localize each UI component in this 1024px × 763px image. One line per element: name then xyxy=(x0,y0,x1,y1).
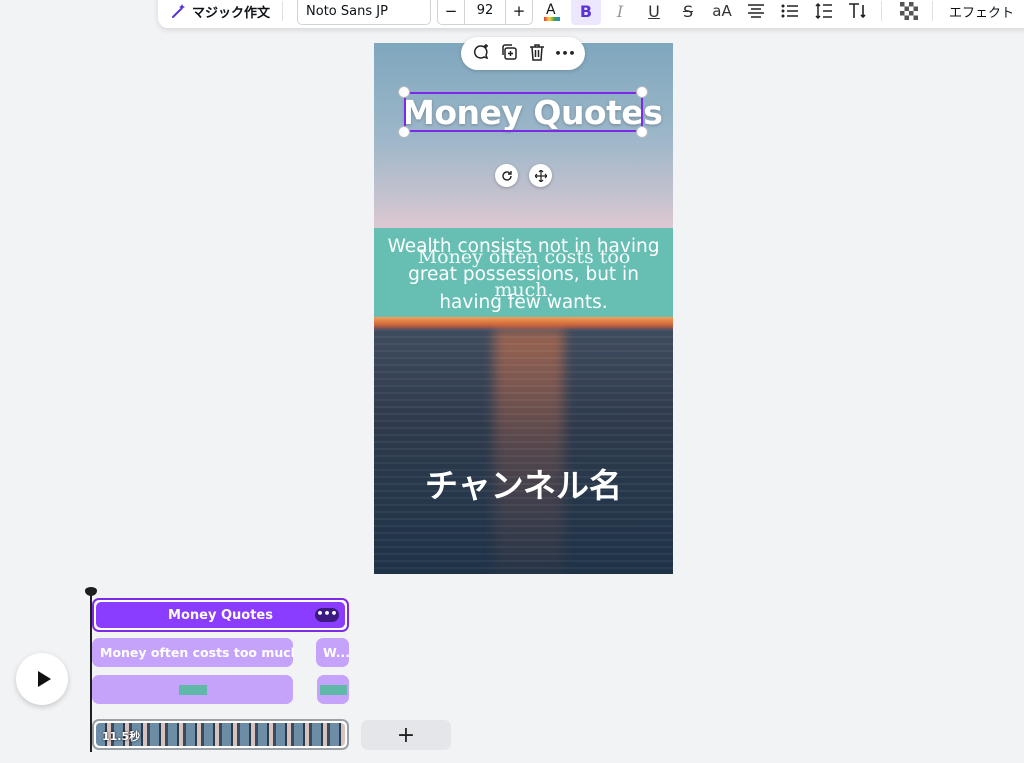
line-spacing-button[interactable] xyxy=(809,0,839,25)
play-icon xyxy=(37,671,51,687)
playhead-handle[interactable] xyxy=(85,587,97,596)
video-duration-label: 11.5秒 xyxy=(102,730,141,743)
toolbar-divider xyxy=(282,1,284,21)
resize-handle-top-right[interactable] xyxy=(636,86,648,98)
font-family-value: Noto Sans JP xyxy=(306,3,388,19)
delete-button[interactable] xyxy=(524,43,550,65)
timeline-clip-title[interactable]: Money Quotes ••• xyxy=(92,598,349,632)
timeline-playhead[interactable] xyxy=(90,592,92,752)
selection-box xyxy=(404,92,643,132)
font-family-select[interactable]: Noto Sans JP xyxy=(297,0,432,25)
resize-handle-bottom-left[interactable] xyxy=(398,126,410,138)
toolbar-divider xyxy=(881,1,883,21)
resize-handle-top-left[interactable] xyxy=(398,86,410,98)
transparency-icon xyxy=(900,2,919,20)
magic-wand-icon xyxy=(172,4,185,18)
timeline-video-track[interactable]: 11.5秒 xyxy=(92,719,349,750)
quote-text-sans[interactable]: Wealth consists not in having great poss… xyxy=(374,233,673,317)
rotate-icon xyxy=(501,170,512,181)
clip-more-button[interactable]: ••• xyxy=(315,608,339,622)
strikethrough-button[interactable]: S xyxy=(673,0,703,25)
align-center-button[interactable] xyxy=(741,0,771,25)
bullet-list-icon xyxy=(781,4,799,18)
timeline-clip-quote-2[interactable]: W... xyxy=(316,638,349,667)
text-toolbar: マジック作文 Noto Sans JP − 92 + A B I U S aA xyxy=(158,0,1024,28)
timeline-clip-quote-1-label: Money often costs too much. xyxy=(100,645,293,660)
font-size-stepper: − 92 + xyxy=(437,0,534,25)
shape-clip-preview xyxy=(320,685,347,695)
timeline-clip-title-body: Money Quotes ••• xyxy=(96,602,345,628)
vertical-text-icon xyxy=(849,3,866,19)
design-page[interactable]: Money often costs too much. Wealth consi… xyxy=(374,43,673,574)
align-center-icon xyxy=(748,4,765,18)
letter-case-button[interactable]: aA xyxy=(707,0,737,25)
font-size-increase-button[interactable]: + xyxy=(506,2,532,20)
effects-button[interactable]: エフェクト xyxy=(949,2,1014,21)
timeline-clip-title-label: Money Quotes xyxy=(168,607,273,623)
toolbar-divider xyxy=(932,1,934,21)
bold-button[interactable]: B xyxy=(571,0,602,25)
play-button[interactable] xyxy=(16,653,68,705)
sea-ripples xyxy=(374,329,673,574)
more-options-button[interactable]: ••• xyxy=(552,47,578,60)
text-color-button[interactable]: A xyxy=(537,0,567,25)
svg-text:A: A xyxy=(546,2,556,18)
trash-icon xyxy=(530,43,544,61)
text-color-icon: A xyxy=(544,2,561,21)
underline-button[interactable]: U xyxy=(639,0,669,25)
transparency-button[interactable] xyxy=(894,0,924,25)
comment-add-icon xyxy=(473,43,489,59)
timeline-clip-quote-2-label: W... xyxy=(323,645,349,660)
channel-name-text[interactable]: チャンネル名 xyxy=(374,459,673,507)
duplicate-icon xyxy=(502,43,517,60)
move-button[interactable] xyxy=(529,164,552,187)
magic-write-button[interactable]: マジック作文 xyxy=(166,0,274,24)
shape-clip-preview xyxy=(179,685,207,695)
italic-button[interactable]: I xyxy=(605,0,635,25)
line-spacing-icon xyxy=(815,3,833,19)
font-size-input[interactable]: 92 xyxy=(464,0,507,24)
timeline-clip-quote-1[interactable]: Money often costs too much. xyxy=(92,638,293,667)
sunset-horizon xyxy=(374,317,673,329)
video-thumbnails: 11.5秒 xyxy=(96,723,345,746)
rotate-button[interactable] xyxy=(495,164,518,187)
magic-write-label: マジック作文 xyxy=(192,5,271,21)
resize-handle-bottom-right[interactable] xyxy=(636,126,648,138)
vertical-text-button[interactable] xyxy=(843,0,873,25)
duplicate-button[interactable] xyxy=(496,43,522,65)
element-floating-toolbar: ••• xyxy=(461,37,585,70)
move-icon xyxy=(534,169,547,182)
comment-add-button[interactable] xyxy=(468,43,494,65)
bullet-list-button[interactable] xyxy=(775,0,805,25)
add-page-button[interactable]: + xyxy=(361,720,451,750)
font-size-decrease-button[interactable]: − xyxy=(438,2,464,20)
